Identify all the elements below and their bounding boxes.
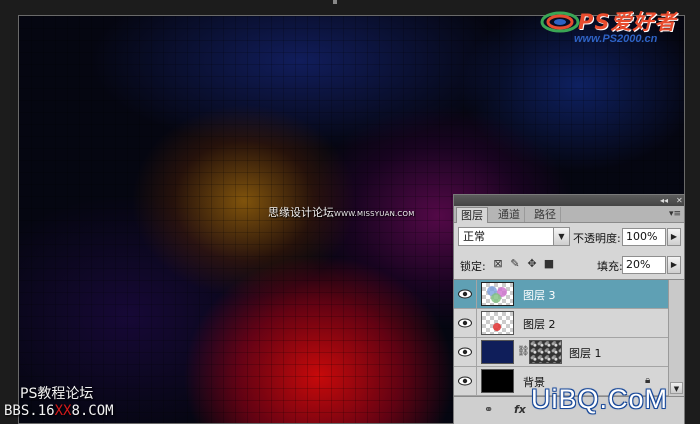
layer-1-thumbnail[interactable]	[481, 340, 514, 364]
forum-watermark-title: PS教程论坛	[20, 386, 94, 402]
visibility-toggle[interactable]	[454, 309, 477, 337]
eye-icon[interactable]	[458, 289, 472, 299]
lock-image-pixels-icon[interactable]: ✎	[509, 258, 521, 270]
layer-row-3[interactable]: 图层 3	[454, 280, 684, 309]
fx-icon[interactable]: fx	[514, 403, 526, 416]
layer-2-name[interactable]: 图层 2	[523, 316, 556, 332]
layer-1-name[interactable]: 图层 1	[569, 345, 602, 361]
tab-layers[interactable]: 图层	[456, 207, 488, 223]
chevron-down-icon[interactable]: ▼	[553, 228, 569, 245]
layer-row-2[interactable]: 图层 2	[454, 309, 684, 338]
lock-transparent-pixels-icon[interactable]: ⊠	[492, 258, 504, 270]
scroll-down-icon[interactable]: ▼	[670, 382, 683, 394]
layer-2-thumbnail[interactable]	[481, 311, 514, 335]
tab-channels[interactable]: 通道	[494, 207, 525, 222]
forum-url-suffix: 8.COM	[71, 403, 114, 419]
site-logo: PS爱好者 www.PS2000.cn	[540, 6, 700, 46]
blend-opacity-row: 正常 ▼ 不透明度: 100% ▶	[454, 225, 684, 249]
brand-watermark: UiBQ.CoM	[531, 384, 669, 414]
close-icon[interactable]: ✕	[676, 195, 683, 206]
opacity-label: 不透明度:	[573, 232, 621, 245]
lock-label: 锁定:	[460, 260, 486, 273]
blend-mode-value: 正常	[463, 230, 485, 243]
layer-list-scrollbar[interactable]: ▼	[668, 280, 684, 396]
layer-3-name[interactable]: 图层 3	[523, 287, 556, 303]
link-icon[interactable]: ⚭	[484, 403, 493, 416]
layer-list: 图层 3 图层 2 ⛓ 图层 1 背景 🔒︎ ▼	[454, 279, 684, 396]
collapse-icon[interactable]: ◂◂	[660, 195, 668, 206]
layer-row-1[interactable]: ⛓ 图层 1	[454, 338, 684, 367]
eye-icon[interactable]	[458, 318, 472, 328]
eye-icon[interactable]	[458, 376, 472, 386]
lock-all-icon[interactable]: ■	[543, 258, 555, 270]
fill-label: 填充:	[597, 260, 623, 273]
logo-swirl-icon	[540, 11, 580, 33]
panel-titlebar[interactable]: ◂◂ ✕	[454, 195, 684, 206]
background-thumbnail[interactable]	[481, 369, 514, 393]
center-watermark-url: WWW.MISSYUAN.COM	[334, 210, 415, 218]
opacity-input[interactable]: 100%	[622, 228, 666, 246]
forum-url-prefix: BBS.16	[4, 403, 55, 419]
visibility-toggle[interactable]	[454, 367, 477, 395]
forum-url-middle: XX	[54, 403, 72, 419]
fill-slider-arrow-icon[interactable]: ▶	[667, 256, 681, 274]
visibility-toggle[interactable]	[454, 338, 477, 366]
logo-url: www.PS2000.cn	[574, 33, 658, 45]
layer-1-mask-thumbnail[interactable]	[529, 340, 562, 364]
forum-watermark-url: BBS.16XX8.COM	[4, 403, 114, 419]
blend-mode-select[interactable]: 正常 ▼	[458, 227, 570, 246]
ruler-marker	[333, 0, 337, 4]
panel-menu-icon[interactable]: ▾≡	[669, 209, 681, 219]
mask-link-icon[interactable]: ⛓	[517, 346, 530, 357]
logo-title: PS爱好者	[578, 10, 677, 34]
tab-paths[interactable]: 路径	[530, 207, 561, 222]
lock-position-icon[interactable]: ✥	[526, 258, 538, 270]
fill-input[interactable]: 20%	[622, 256, 666, 274]
opacity-slider-arrow-icon[interactable]: ▶	[667, 228, 681, 246]
center-watermark: 思缘设计论坛WWW.MISSYUAN.COM	[268, 204, 414, 220]
eye-icon[interactable]	[458, 347, 472, 357]
panel-tabs: 图层 通道 路径 ▾≡	[454, 206, 684, 223]
lock-fill-row: 锁定: ⊠ ✎ ✥ ■ 填充: 20% ▶	[454, 253, 684, 277]
center-watermark-cn: 思缘设计论坛	[268, 206, 334, 219]
visibility-toggle[interactable]	[454, 280, 477, 308]
layer-3-thumbnail[interactable]	[481, 282, 514, 306]
